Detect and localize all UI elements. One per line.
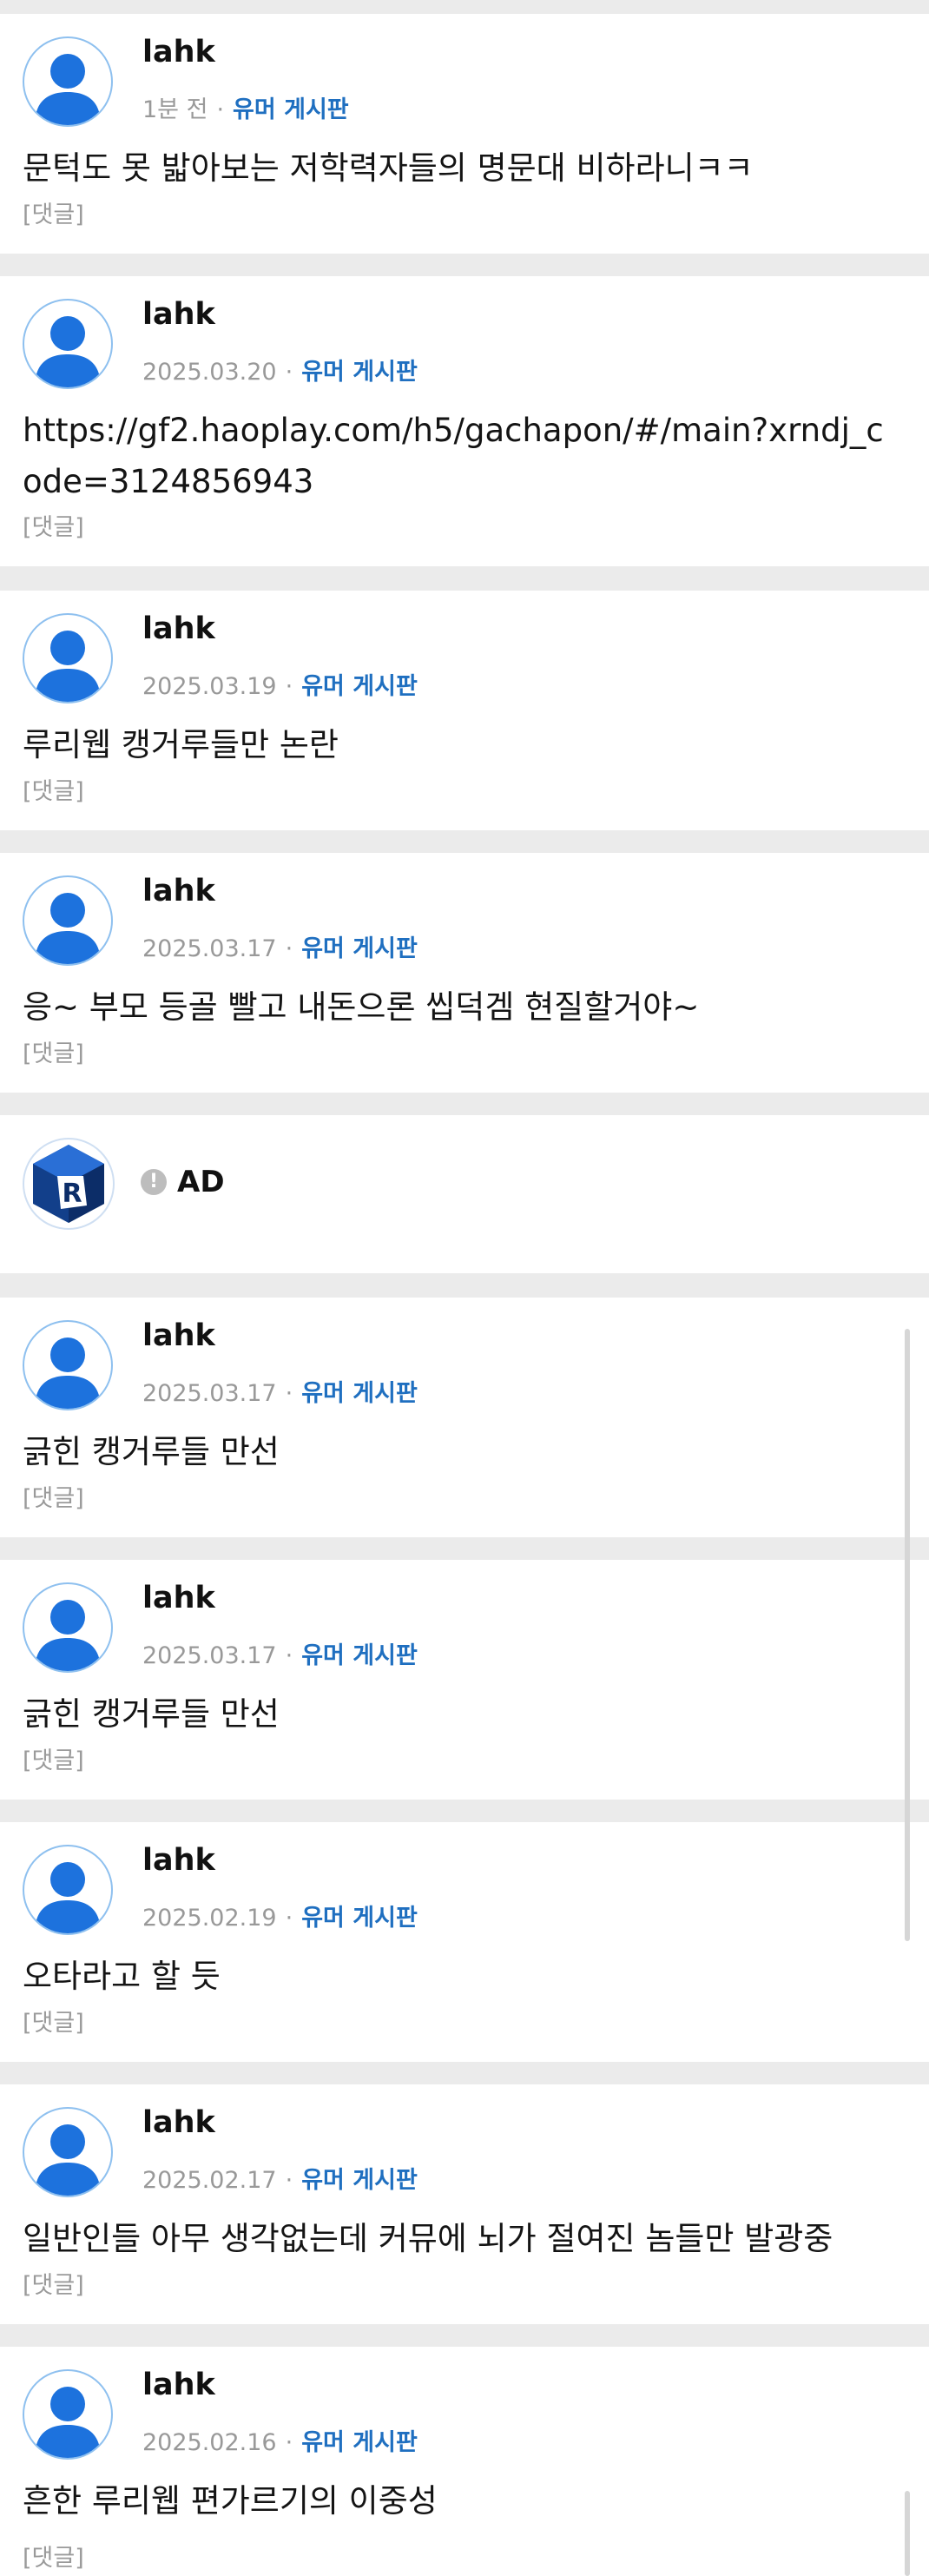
comment-text[interactable]: 응~ 부모 등골 빨고 내돈으론 씹덕겜 현질할거야~ [23, 981, 899, 1033]
post-date: 2025.03.17 [142, 1380, 277, 1407]
comment-card[interactable]: lahk 2025.02.17 · 유머 게시판 일반인들 아무 생각없는데 커뮤에… [0, 2084, 929, 2324]
user-silhouette-icon [35, 54, 101, 125]
post-date: 2025.03.19 [142, 673, 277, 700]
comment-card[interactable]: lahk 2025.03.17 · 유머 게시판 긁힌 캥거루들 만선 [댓글] [0, 1298, 929, 1537]
post-date: 2025.02.16 [142, 2429, 277, 2456]
user-silhouette-icon [35, 893, 101, 964]
avatar[interactable] [23, 875, 113, 966]
reply-link[interactable]: [댓글] [23, 195, 84, 229]
comment-text[interactable]: 문턱도 못 밟아보는 저학력자들의 명문대 비하라니ㅋㅋ [23, 142, 899, 194]
post-date: 1분 전 [142, 96, 208, 123]
comment-text[interactable]: 긁힌 캥거루들 만선 [23, 1688, 899, 1740]
separator-dot: · [285, 935, 293, 962]
author-name[interactable]: lahk [142, 297, 215, 332]
reply-link[interactable]: [댓글] [23, 508, 84, 542]
reply-link[interactable]: [댓글] [23, 1479, 84, 1513]
post-meta: 2025.03.17 · 유머 게시판 [142, 1374, 418, 1408]
separator-dot: · [285, 2429, 293, 2456]
author-name[interactable]: lahk [142, 2105, 215, 2140]
board-link[interactable]: 유머 게시판 [301, 359, 418, 386]
avatar[interactable] [23, 1582, 113, 1673]
avatar[interactable] [23, 1320, 113, 1410]
post-meta: 2025.02.17 · 유머 게시판 [142, 2161, 418, 2195]
reply-link[interactable]: [댓글] [23, 2004, 84, 2038]
post-meta: 2025.03.17 · 유머 게시판 [142, 929, 418, 963]
reply-link[interactable]: [댓글] [23, 1034, 84, 1068]
user-silhouette-icon [35, 1338, 101, 1409]
comment-text[interactable]: 일반인들 아무 생각없는데 커뮤에 뇌가 절여진 놈들만 발광중 [23, 2213, 899, 2264]
avatar[interactable] [23, 2107, 113, 2197]
comment-text[interactable]: 흔한 루리웹 편가르기의 이중성 [23, 2475, 899, 2526]
comment-card[interactable]: lahk 2025.03.19 · 유머 게시판 루리웹 캥거루들만 논란 [댓글] [0, 591, 929, 830]
board-link[interactable]: 유머 게시판 [301, 1642, 418, 1669]
post-date: 2025.03.17 [142, 935, 277, 962]
reply-link[interactable]: [댓글] [23, 2266, 84, 2300]
comment-text[interactable]: 긁힌 캥거루들 만선 [23, 1426, 899, 1477]
board-link[interactable]: 유머 게시판 [301, 2429, 418, 2456]
author-name[interactable]: lahk [142, 1843, 215, 1878]
post-meta: 2025.03.19 · 유머 게시판 [142, 667, 418, 701]
user-silhouette-icon [35, 316, 101, 387]
comment-card[interactable]: lahk 2025.03.20 · 유머 게시판 https://gf2.haopl… [0, 276, 929, 566]
post-meta: 1분 전 · 유머 게시판 [142, 90, 349, 124]
comment-text[interactable]: 루리웹 캥거루들만 논란 [23, 719, 899, 770]
separator-dot: · [216, 96, 225, 123]
info-icon[interactable]: ! [141, 1169, 167, 1195]
user-silhouette-icon [35, 631, 101, 702]
author-name[interactable]: lahk [142, 1318, 215, 1353]
separator-dot: · [285, 673, 293, 700]
separator-dot: · [285, 359, 293, 386]
separator-dot: · [285, 1905, 293, 1932]
comment-card[interactable]: lahk 2025.02.19 · 유머 게시판 오타라고 할 듯 [댓글] [0, 1822, 929, 2062]
comment-card[interactable]: lahk 1분 전 · 유머 게시판 문턱도 못 밟아보는 저학력자들의 명문대 비… [0, 14, 929, 254]
author-name[interactable]: lahk [142, 2368, 215, 2402]
user-silhouette-icon [35, 1600, 101, 1671]
post-meta: 2025.03.20 · 유머 게시판 [142, 353, 418, 386]
ad-logo-icon[interactable]: R [23, 1138, 115, 1230]
post-date: 2025.03.20 [142, 359, 277, 386]
avatar[interactable] [23, 613, 113, 703]
board-link[interactable]: 유머 게시판 [233, 96, 349, 123]
reply-link[interactable]: [댓글] [23, 2539, 84, 2573]
reply-link[interactable]: [댓글] [23, 772, 84, 806]
comment-text[interactable]: https://gf2.haoplay.com/h5/gachapon/#/ma… [23, 405, 899, 507]
separator-dot: · [285, 1642, 293, 1669]
author-name[interactable]: lahk [142, 1581, 215, 1615]
author-name[interactable]: lahk [142, 611, 215, 646]
user-silhouette-icon [35, 2387, 101, 2458]
post-meta: 2025.03.17 · 유머 게시판 [142, 1636, 418, 1670]
comment-card[interactable]: lahk 2025.03.17 · 유머 게시판 응~ 부모 등골 빨고 내돈으론 … [0, 853, 929, 1093]
scrollbar-thumb-lower[interactable] [905, 2491, 910, 2576]
avatar[interactable] [23, 299, 113, 389]
board-link[interactable]: 유머 게시판 [301, 1905, 418, 1932]
post-date: 2025.03.17 [142, 1642, 277, 1669]
avatar[interactable] [23, 1845, 113, 1935]
ad-logo-letter: R [62, 1179, 82, 1209]
author-name[interactable]: lahk [142, 874, 215, 908]
ad-label: AD [177, 1165, 225, 1199]
comment-card[interactable]: lahk 2025.03.17 · 유머 게시판 긁힌 캥거루들 만선 [댓글] [0, 1560, 929, 1800]
post-meta: 2025.02.19 · 유머 게시판 [142, 1899, 418, 1932]
post-meta: 2025.02.16 · 유머 게시판 [142, 2423, 418, 2457]
board-link[interactable]: 유머 게시판 [301, 2167, 418, 2194]
comment-card[interactable]: lahk 2025.02.16 · 유머 게시판 흔한 루리웹 편가르기의 이중성 … [0, 2347, 929, 2576]
scrollbar-thumb[interactable] [905, 1329, 910, 1941]
post-date: 2025.02.17 [142, 2167, 277, 2194]
reply-link[interactable]: [댓글] [23, 1741, 84, 1775]
avatar[interactable] [23, 36, 113, 127]
board-link[interactable]: 유머 게시판 [301, 673, 418, 700]
user-silhouette-icon [35, 2124, 101, 2196]
board-link[interactable]: 유머 게시판 [301, 935, 418, 962]
author-name[interactable]: lahk [142, 35, 215, 69]
board-link[interactable]: 유머 게시판 [301, 1380, 418, 1407]
comment-text[interactable]: 오타라고 할 듯 [23, 1951, 899, 2002]
ad-label-group[interactable]: ! AD [141, 1165, 225, 1199]
separator-dot: · [285, 1380, 293, 1407]
post-date: 2025.02.19 [142, 1905, 277, 1932]
user-silhouette-icon [35, 1862, 101, 1933]
ad-card[interactable]: R ! AD [0, 1115, 929, 1273]
separator-dot: · [285, 2167, 293, 2194]
avatar[interactable] [23, 2369, 113, 2460]
